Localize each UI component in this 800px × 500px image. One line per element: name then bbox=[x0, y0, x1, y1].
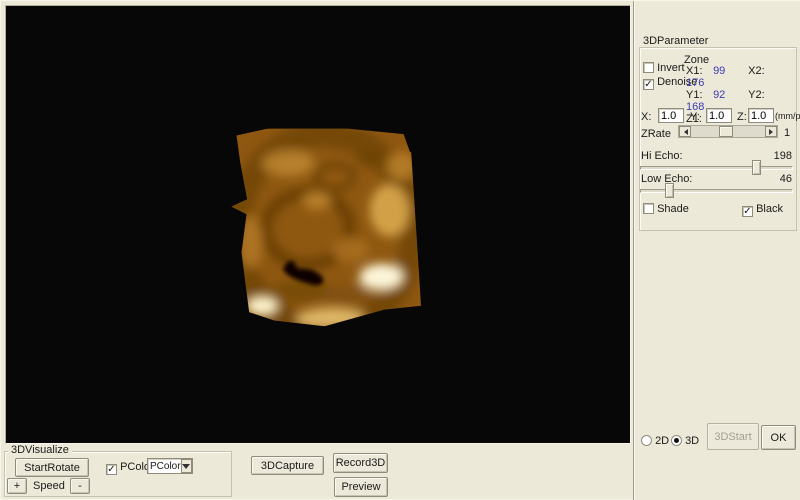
check-icon: ✓ bbox=[644, 79, 652, 90]
speed-label: Speed bbox=[33, 480, 65, 492]
radio-dot-icon bbox=[674, 438, 679, 443]
pcolor-dropdown-button[interactable] bbox=[181, 459, 192, 473]
record3d-button[interactable]: Record3D bbox=[333, 453, 388, 473]
radio-2d[interactable]: 2D bbox=[641, 435, 669, 447]
hi-echo-slider-thumb[interactable] bbox=[752, 160, 761, 175]
check-icon: ✓ bbox=[743, 206, 751, 217]
hi-echo-label: Hi Echo: bbox=[641, 150, 683, 162]
start3d-button[interactable]: 3DStart bbox=[707, 423, 759, 450]
zone-x1-value: 99 bbox=[713, 65, 745, 77]
zone-x2-label: X2: bbox=[748, 65, 774, 77]
zone-y1-label: Y1: bbox=[686, 89, 710, 101]
pcolor-dropdown-value: PColor bbox=[150, 461, 181, 472]
scale-y-input[interactable] bbox=[706, 108, 732, 123]
zone-x2-value: 176 bbox=[686, 77, 714, 89]
render-viewport[interactable] bbox=[5, 5, 631, 444]
preview-button[interactable]: Preview bbox=[334, 477, 388, 497]
scale-z-input[interactable] bbox=[748, 108, 774, 123]
scale-y-label: Y: bbox=[690, 111, 700, 123]
capture3d-button[interactable]: 3DCapture bbox=[251, 456, 324, 475]
radio-3d[interactable]: 3D bbox=[671, 435, 699, 447]
shade-checkbox[interactable]: Shade bbox=[643, 203, 689, 215]
speed-plus-button[interactable]: + bbox=[7, 478, 27, 494]
radio-2d-circle[interactable] bbox=[641, 435, 652, 446]
zone-x1-label: X1: bbox=[686, 65, 710, 77]
visualize-group-title: 3DVisualize bbox=[8, 445, 72, 456]
zone-row-x: X1: 99 X2: 176 bbox=[686, 65, 800, 89]
scroll-left-arrow-icon bbox=[681, 129, 688, 135]
shade-checkbox-box[interactable] bbox=[643, 203, 654, 214]
parameter-group-title: 3DParameter bbox=[640, 36, 711, 47]
parameter-panel: 3DParameter Invert ✓ Denoise Zone X1: 99… bbox=[633, 1, 800, 500]
invert-checkbox-box[interactable] bbox=[643, 62, 654, 73]
ultrasound-3d-render bbox=[227, 117, 437, 340]
scale-x-input[interactable] bbox=[658, 108, 684, 123]
hi-echo-slider-track[interactable] bbox=[640, 166, 793, 170]
invert-label: Invert bbox=[657, 62, 685, 74]
dropdown-arrow-icon bbox=[182, 464, 190, 473]
scale-unit-label: (mm/p) bbox=[775, 111, 800, 121]
radio-2d-label: 2D bbox=[655, 435, 669, 447]
scale-z-label: Z: bbox=[737, 111, 747, 123]
black-checkbox-box[interactable]: ✓ bbox=[742, 206, 753, 217]
scroll-right-arrow-icon bbox=[769, 129, 776, 135]
app-window: { "colors": { "panel_bg": "#ece9d8", "va… bbox=[0, 0, 800, 500]
zone-y1-value: 92 bbox=[713, 89, 745, 101]
low-echo-value: 46 bbox=[780, 173, 792, 185]
speed-minus-button[interactable]: - bbox=[70, 478, 90, 494]
shade-label: Shade bbox=[657, 203, 689, 215]
start-rotate-button[interactable]: StartRotate bbox=[15, 458, 89, 477]
pcolor-dropdown[interactable]: PColor bbox=[147, 458, 193, 474]
zone-y2-label: Y2: bbox=[748, 89, 774, 101]
invert-checkbox[interactable]: Invert bbox=[643, 62, 685, 74]
radio-3d-circle[interactable] bbox=[671, 435, 682, 446]
zrate-scrollbar-thumb[interactable] bbox=[719, 126, 733, 137]
low-echo-slider-track[interactable] bbox=[640, 189, 793, 193]
zrate-scroll-right-button[interactable] bbox=[765, 126, 777, 137]
zrate-scroll-left-button[interactable] bbox=[679, 126, 691, 137]
scale-x-label: X: bbox=[641, 111, 651, 123]
check-icon: ✓ bbox=[107, 464, 115, 475]
pcolor-checkbox-box[interactable]: ✓ bbox=[106, 464, 117, 475]
ok-button[interactable]: OK bbox=[761, 425, 796, 450]
hi-echo-value: 198 bbox=[774, 150, 792, 162]
black-checkbox[interactable]: ✓ Black bbox=[742, 203, 783, 217]
radio-3d-label: 3D bbox=[685, 435, 699, 447]
zrate-scrollbar[interactable] bbox=[678, 125, 778, 138]
zone-row-y: Y1: 92 Y2: 168 bbox=[686, 89, 800, 113]
zrate-label: ZRate bbox=[641, 128, 671, 140]
low-echo-slider-thumb[interactable] bbox=[665, 183, 674, 198]
zrate-value: 1 bbox=[784, 127, 790, 139]
black-label: Black bbox=[756, 203, 783, 215]
denoise-checkbox-box[interactable]: ✓ bbox=[643, 79, 654, 90]
